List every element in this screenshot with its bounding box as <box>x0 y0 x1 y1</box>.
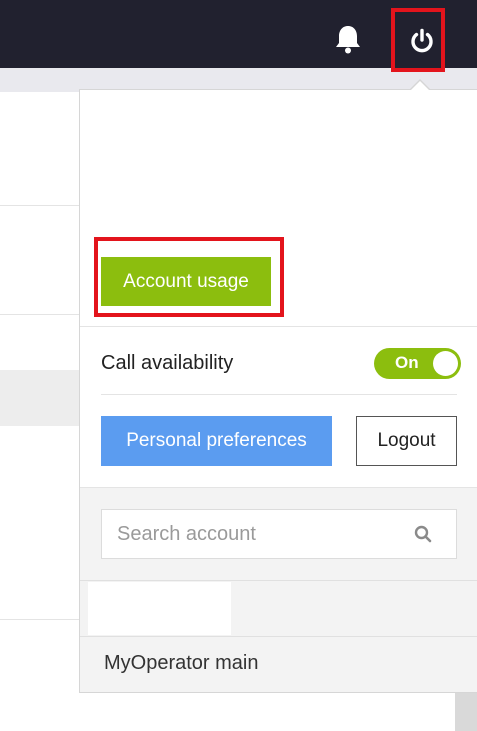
logout-button[interactable]: Logout <box>356 416 457 466</box>
bell-icon[interactable] <box>334 24 362 54</box>
search-account-box <box>101 509 457 559</box>
background-row <box>0 370 80 426</box>
power-icon <box>411 28 433 53</box>
inner-divider <box>101 394 457 395</box>
list-divider <box>80 580 477 581</box>
scrollbar[interactable] <box>455 690 477 731</box>
call-availability-toggle[interactable]: On <box>374 348 461 379</box>
account-list-item[interactable] <box>88 582 231 635</box>
power-button[interactable] <box>391 8 445 72</box>
list-divider <box>80 636 477 637</box>
background-divider <box>0 619 80 620</box>
section-divider <box>80 326 477 327</box>
account-list-item[interactable]: MyOperator main <box>104 652 259 675</box>
search-icon[interactable] <box>414 525 432 543</box>
background-divider <box>0 205 80 206</box>
toggle-knob <box>433 351 458 376</box>
section-divider <box>80 487 477 488</box>
call-availability-label: Call availability <box>101 352 234 374</box>
dropdown-caret-fill <box>410 81 430 91</box>
search-account-input[interactable] <box>102 510 402 558</box>
account-usage-button[interactable]: Account usage <box>101 257 271 306</box>
personal-preferences-button[interactable]: Personal preferences <box>101 416 332 466</box>
background-divider <box>0 314 80 315</box>
toggle-state-label: On <box>395 353 419 372</box>
